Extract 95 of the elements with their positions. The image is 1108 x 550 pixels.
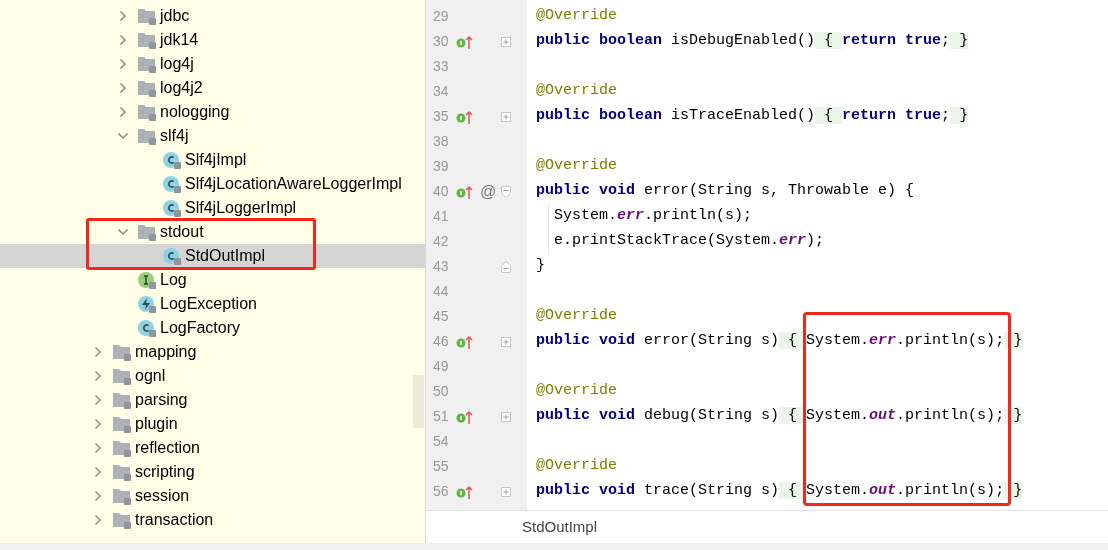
code-line: @Override [536,6,617,27]
tree-item[interactable]: mapping [0,340,425,364]
expand-icon[interactable] [501,336,511,347]
code-line: } [536,256,545,277]
tree-item[interactable]: LogFactory [0,316,425,340]
tree-item[interactable]: Slf4jLocationAwareLoggerImpl [0,172,425,196]
tree-item[interactable]: Log [0,268,425,292]
tree-item[interactable]: slf4j [0,124,425,148]
class-icon [162,199,182,217]
code-line: public void error(String s) { System.err.println(s); } [536,331,1023,352]
line-number: 54 [433,432,450,451]
tree-item[interactable]: session [0,484,425,508]
override-icon[interactable] [456,483,474,500]
folder-icon [112,391,132,409]
tree-item[interactable]: Slf4jLoggerImpl [0,196,425,220]
override-icon[interactable] [456,333,474,350]
folder-icon [112,487,132,505]
folder-icon [137,223,157,241]
code-line: @Override [536,456,617,477]
line-number: 50 [433,382,450,401]
tree-item[interactable]: plugin [0,412,425,436]
line-number: 40 [433,182,450,201]
code-line: @Override [536,156,617,177]
folder-icon [137,7,157,25]
line-number: 35 [433,107,450,126]
tree-item[interactable]: parsing [0,388,425,412]
line-number: 55 [433,457,450,476]
folder-icon [112,367,132,385]
line-number: 45 [433,307,450,326]
line-number: 30 [433,32,450,51]
code-line: public void debug(String s) { System.out.println(s); } [536,406,1023,427]
tree-item[interactable]: log4j [0,52,425,76]
breadcrumb[interactable]: StdOutImpl [522,515,598,539]
code-line: @Override [536,81,617,102]
tree-item[interactable]: transaction [0,508,425,532]
folder-icon [112,415,132,433]
folder-icon [137,79,157,97]
folder-icon [137,55,157,73]
line-number: 38 [433,132,450,151]
class-icon [162,247,182,265]
tree-item[interactable]: Slf4jImpl [0,148,425,172]
line-number: 29 [433,7,450,26]
override-icon[interactable] [456,108,474,125]
tree-item[interactable]: stdout [0,220,425,244]
tree-item[interactable]: log4j2 [0,76,425,100]
override-icon[interactable] [456,33,474,50]
code-line: public void trace(String s) { System.out.println(s); } [536,481,1023,502]
class-icon [162,151,182,169]
code-line: e.printStackTrace(System.err); [554,231,825,252]
fold-icon[interactable] [501,185,511,198]
override-icon[interactable] [456,183,474,200]
expand-icon[interactable] [501,111,511,122]
folder-icon [137,103,157,121]
expand-icon[interactable] [501,36,511,47]
line-number: 43 [433,257,450,276]
tree-item[interactable]: LogException [0,292,425,316]
line-number: 39 [433,157,450,176]
line-number: 49 [433,357,450,376]
code-line: public boolean isTraceEnabled() { return true; } [536,106,969,127]
code-line: System.err.println(s); [554,206,753,227]
annotation-marker[interactable]: @ [480,179,500,204]
line-number: 56 [433,482,450,501]
class-icon [137,319,157,337]
folder-icon [112,439,132,457]
interface-icon [137,271,157,289]
folder-icon [137,127,157,145]
class-icon [162,175,182,193]
code-line: public void error(String s, Throwable e) { [536,181,915,202]
expand-icon[interactable] [501,486,511,497]
code-line: @Override [536,381,617,402]
line-number: 46 [433,332,450,351]
tree-item[interactable]: ognl [0,364,425,388]
fold-icon[interactable] [501,260,511,273]
folder-icon [112,463,132,481]
tree-item[interactable]: reflection [0,436,425,460]
line-number: 51 [433,407,450,426]
folder-icon [112,511,132,529]
folder-icon [137,31,157,49]
lightning-icon [137,295,157,313]
tree-item[interactable]: jdbc [0,4,425,28]
folder-icon [112,343,132,361]
tree-item[interactable]: nologging [0,100,425,124]
line-number: 34 [433,82,450,101]
line-number: 42 [433,232,450,251]
override-icon[interactable] [456,408,474,425]
code-line: public boolean isDebugEnabled() { return true; } [536,31,969,52]
line-number: 41 [433,207,450,226]
tree-item[interactable]: StdOutImpl [0,244,425,268]
scrollbar-thumb[interactable] [413,375,424,428]
line-number: 44 [433,282,450,301]
tree-item[interactable]: scripting [0,460,425,484]
line-number: 33 [433,57,450,76]
expand-icon[interactable] [501,411,511,422]
code-line: @Override [536,306,617,327]
tree-item[interactable]: jdk14 [0,28,425,52]
